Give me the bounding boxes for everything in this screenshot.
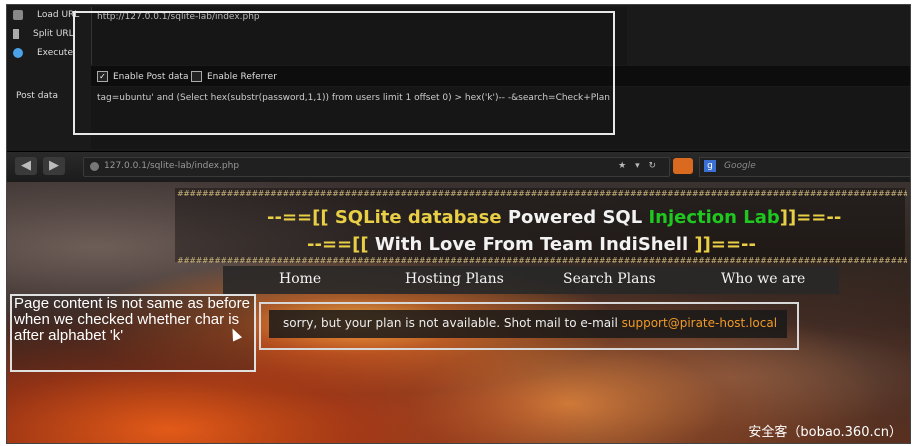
screenshot-frame: Load URL Split URL Execute Post data htt…	[6, 4, 911, 444]
menu-search-plans[interactable]: Search Plans	[563, 271, 656, 287]
title-line-1: --==[[ SQLite database Powered SQL Injec…	[267, 207, 842, 228]
google-icon: g	[704, 160, 716, 172]
watermark: 安全客（bobao.360.cn）	[748, 425, 902, 440]
execute-button[interactable]: Execute	[13, 48, 73, 58]
menu-home[interactable]: Home	[279, 271, 321, 287]
split-url-button[interactable]: Split URL	[13, 29, 74, 39]
search-box[interactable]: g Google	[699, 157, 910, 177]
split-url-icon	[13, 29, 19, 39]
hash-divider-top: ########################################…	[177, 189, 907, 198]
support-email-link[interactable]: support@pirate-host.local	[622, 316, 777, 330]
browser-navbar: ◀ ▶ 127.0.0.1/sqlite-lab/index.php ★ ▾ ↻…	[7, 151, 910, 183]
menu-hosting-plans[interactable]: Hosting Plans	[405, 271, 504, 287]
firefox-icon[interactable]	[673, 158, 693, 174]
execute-label: Execute	[37, 48, 73, 58]
forward-arrow-icon[interactable]: ▶	[43, 157, 65, 175]
annotation-text: Page content is not same as before when …	[14, 295, 250, 344]
load-url-button[interactable]: Load URL	[13, 10, 79, 20]
address-bar[interactable]: 127.0.0.1/sqlite-lab/index.php ★ ▾ ↻	[83, 157, 670, 177]
back-arrow-icon[interactable]: ◀	[15, 157, 37, 175]
menu-who-we-are[interactable]: Who we are	[721, 271, 805, 287]
web-page: ########################################…	[7, 182, 910, 443]
result-message: sorry, but your plan is not available. S…	[283, 316, 777, 330]
load-url-icon	[13, 10, 23, 20]
address-text: 127.0.0.1/sqlite-lab/index.php	[104, 161, 240, 171]
address-controls[interactable]: ★ ▾ ↻	[618, 161, 659, 171]
title-line-2: --==[[ With Love From Team IndiShell ]]=…	[307, 234, 756, 255]
split-url-label: Split URL	[33, 29, 74, 39]
message-text: sorry, but your plan is not available. S…	[283, 316, 622, 330]
site-menu: Home Hosting Plans Search Plans Who we a…	[223, 266, 839, 294]
globe-icon	[90, 162, 99, 171]
execute-icon	[13, 48, 23, 58]
post-data-label: Post data	[16, 91, 58, 101]
highlight-rectangle	[73, 11, 615, 135]
hash-divider-bottom: ########################################…	[177, 256, 907, 265]
hackbar-panel: Load URL Split URL Execute Post data htt…	[7, 5, 910, 151]
search-placeholder: Google	[724, 161, 756, 171]
